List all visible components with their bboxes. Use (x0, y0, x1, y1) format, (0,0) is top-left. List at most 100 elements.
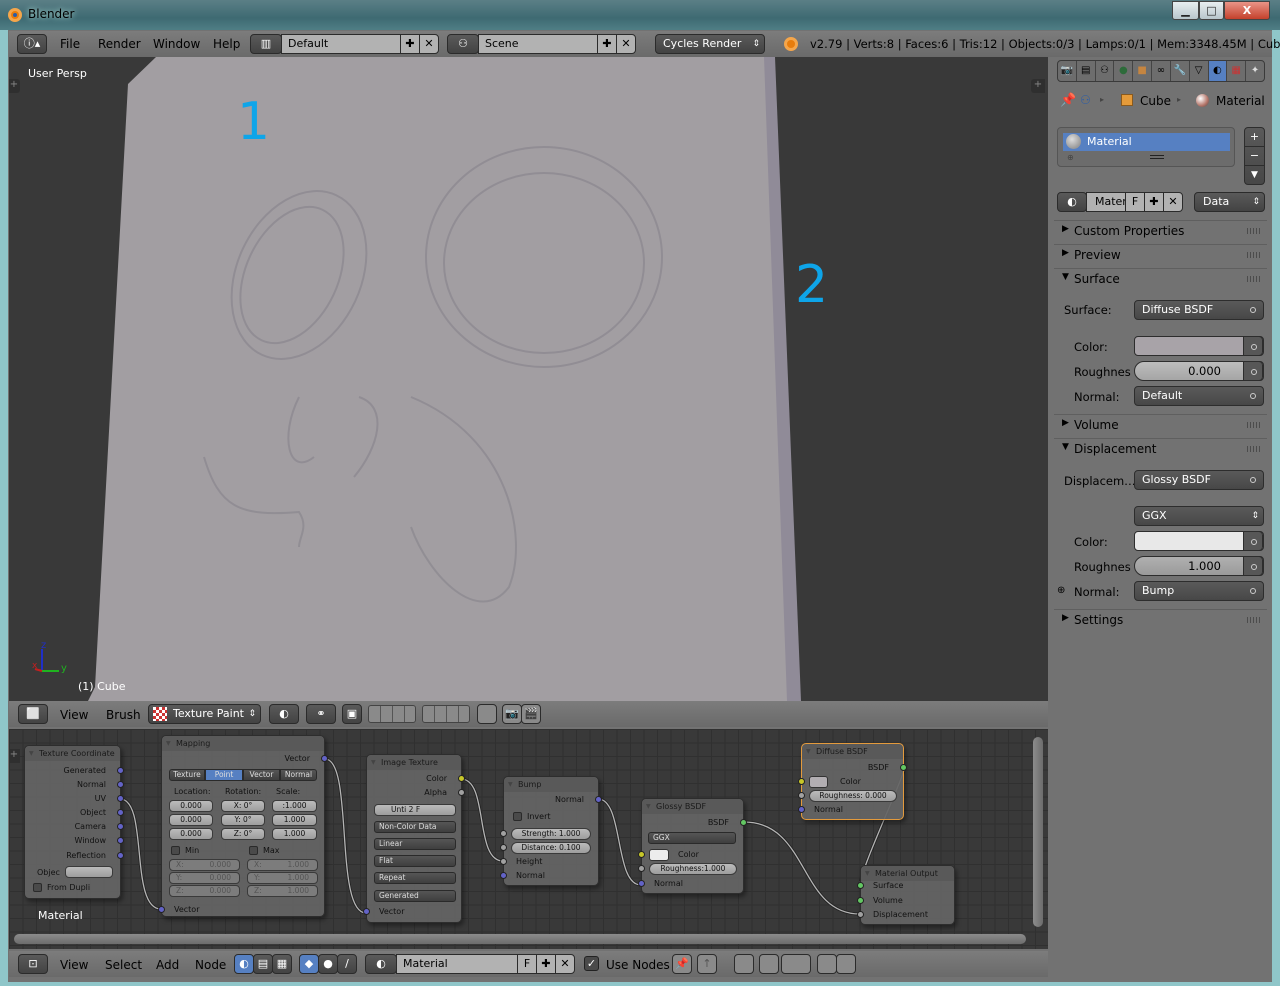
unlink-material-button[interactable]: ✕ (555, 954, 575, 974)
panel-volume[interactable]: ▶ Volume (1054, 414, 1267, 436)
surface-roughness-slider[interactable]: 0.000 (1134, 361, 1264, 381)
roughness-field[interactable]: Roughness: 0.000 (809, 790, 897, 802)
socket-normal-out[interactable] (595, 796, 602, 803)
delete-layout-button[interactable]: ✕ (419, 34, 439, 54)
menu-file[interactable]: File (60, 37, 80, 51)
menu-render[interactable]: Render (98, 37, 141, 51)
socket-window[interactable] (117, 837, 124, 844)
scale-x-field[interactable]: :1.000 (272, 800, 317, 812)
panel-preview[interactable]: ▶ Preview (1054, 244, 1267, 266)
location-z-field[interactable]: 0.000 (169, 828, 213, 840)
drag-handle[interactable] (1247, 276, 1261, 282)
menu-brush[interactable]: Brush (106, 708, 141, 722)
socket-object[interactable] (117, 809, 124, 816)
from-dupli-checkbox[interactable] (33, 883, 42, 892)
menu-window[interactable]: Window (153, 37, 200, 51)
node-image-texture[interactable]: Image Texture Color Alpha Unti 2 F Non-C… (363, 754, 465, 923)
pin-button[interactable]: 📌 (672, 954, 692, 974)
roughness-field[interactable]: Roughness:1.000 (649, 863, 737, 875)
socket-distance-in[interactable] (500, 844, 507, 851)
drag-handle[interactable] (1247, 252, 1261, 258)
color-swatch[interactable] (649, 849, 669, 861)
material-browse-button[interactable]: ◐ (365, 954, 397, 974)
tab-particles[interactable]: ✦ (1246, 61, 1264, 81)
distribution-dropdown[interactable]: GGX (648, 832, 736, 844)
surface-shader-dropdown[interactable]: Diffuse BSDF (1134, 300, 1264, 320)
expand-input-icon[interactable]: ⊕ (1057, 585, 1065, 596)
min-z-field[interactable]: Z: 0.000 (169, 885, 240, 897)
link-dropdown[interactable]: Data ⇕ (1194, 192, 1265, 212)
min-checkbox[interactable] (171, 846, 180, 855)
node-editor-canvas[interactable]: Texture Coordinate Generated Normal UV O… (9, 729, 1048, 949)
socket-bsdf-out[interactable] (740, 819, 747, 826)
rotation-x-field[interactable]: X: 0° (221, 800, 265, 812)
socket-roughness-in[interactable] (638, 865, 645, 872)
menu-view[interactable]: View (60, 958, 88, 972)
tab-render[interactable]: 📷 (1058, 61, 1077, 81)
world-shader-button[interactable]: ● (318, 954, 338, 974)
min-y-field[interactable]: Y: 0.000 (169, 872, 240, 884)
location-x-field[interactable]: 0.000 (169, 800, 213, 812)
viewport-shading-button[interactable]: ◐ (269, 704, 299, 724)
projection-dropdown[interactable]: Flat (374, 855, 456, 867)
distance-field[interactable]: Distance: 0.100 (511, 842, 591, 854)
render-engine-dropdown[interactable]: Cycles Render ⇕ (655, 34, 765, 54)
drag-handle[interactable] (1247, 228, 1261, 234)
drag-handle[interactable] (1247, 617, 1261, 623)
socket-vector-in[interactable] (363, 908, 370, 915)
unlink-material-button[interactable]: ✕ (1163, 192, 1183, 212)
socket-uv[interactable] (117, 795, 124, 802)
type-vector-button[interactable]: Vector (243, 769, 280, 781)
layout-name-field[interactable]: Default (281, 34, 401, 54)
scale-z-field[interactable]: 1.000 (272, 828, 317, 840)
new-material-button[interactable]: ✚ (536, 954, 556, 974)
pivot-point-button[interactable]: ⚭ (306, 704, 336, 724)
object-shader-button[interactable]: ◆ (299, 954, 319, 974)
displacement-shader-dropdown[interactable]: Glossy BSDF (1134, 470, 1264, 490)
copy-nodes-button[interactable] (817, 954, 837, 974)
tab-data[interactable]: ▽ (1190, 61, 1209, 81)
expand-icon[interactable]: ⊕ (1067, 153, 1074, 162)
node-material-output[interactable]: Material Output Surface Volume Displacem… (857, 865, 955, 925)
lock-camera-button[interactable] (477, 704, 497, 724)
socket-strength-in[interactable] (500, 830, 507, 837)
source-dropdown[interactable]: Generated (374, 890, 456, 902)
material-name-field[interactable]: Mater (1086, 192, 1127, 212)
material-name-field[interactable]: Material (396, 954, 518, 974)
node-toolshelf-expand-button[interactable]: + (9, 749, 20, 763)
face-mask-button[interactable]: ▣ (342, 704, 362, 724)
socket-roughness-in[interactable] (798, 792, 805, 799)
snap-element-button[interactable] (781, 954, 811, 974)
menu-select[interactable]: Select (105, 958, 142, 972)
add-layout-button[interactable]: ✚ (400, 34, 420, 54)
socket-link-icon[interactable] (1243, 556, 1263, 576)
color-swatch[interactable] (809, 776, 828, 788)
tab-world[interactable]: ● (1114, 61, 1134, 81)
socket-link-icon[interactable] (1243, 336, 1263, 356)
socket-color-in[interactable] (638, 851, 645, 858)
max-y-field[interactable]: Y: 1.000 (247, 872, 318, 884)
render-animation-button[interactable]: 🎬 (521, 704, 541, 724)
image-selector[interactable]: Unti 2 F (374, 804, 456, 816)
scene-name-field[interactable]: Scene (478, 34, 598, 54)
compositing-nodes-tab[interactable]: ▤ (253, 954, 273, 974)
menu-node[interactable]: Node (195, 958, 226, 972)
shader-nodes-tab[interactable]: ◐ (234, 954, 254, 974)
use-nodes-checkbox[interactable]: ✓ (584, 956, 599, 971)
scene-selector-button[interactable]: ⚇ (447, 34, 479, 54)
socket-bsdf-out[interactable] (900, 764, 907, 771)
socket-height-in[interactable] (500, 858, 507, 865)
node-mapping[interactable]: Mapping Vector Texture Point Vector Norm… (158, 735, 328, 917)
socket-generated[interactable] (117, 767, 124, 774)
snap-toggle-button[interactable] (759, 954, 779, 974)
layers-group-2[interactable] (422, 705, 470, 723)
add-slot-button[interactable]: + (1245, 128, 1264, 147)
surface-color-swatch[interactable] (1134, 336, 1264, 356)
minimize-button[interactable]: ▁ (1172, 1, 1199, 20)
max-z-field[interactable]: Z: 1.000 (247, 885, 318, 897)
drag-handle[interactable] (1247, 446, 1261, 452)
horizontal-scrollbar[interactable] (14, 934, 1026, 944)
vertical-scrollbar[interactable] (1033, 737, 1043, 927)
add-scene-button[interactable]: ✚ (597, 34, 617, 54)
editor-type-info-button[interactable]: ⓘ▴ (17, 34, 47, 54)
